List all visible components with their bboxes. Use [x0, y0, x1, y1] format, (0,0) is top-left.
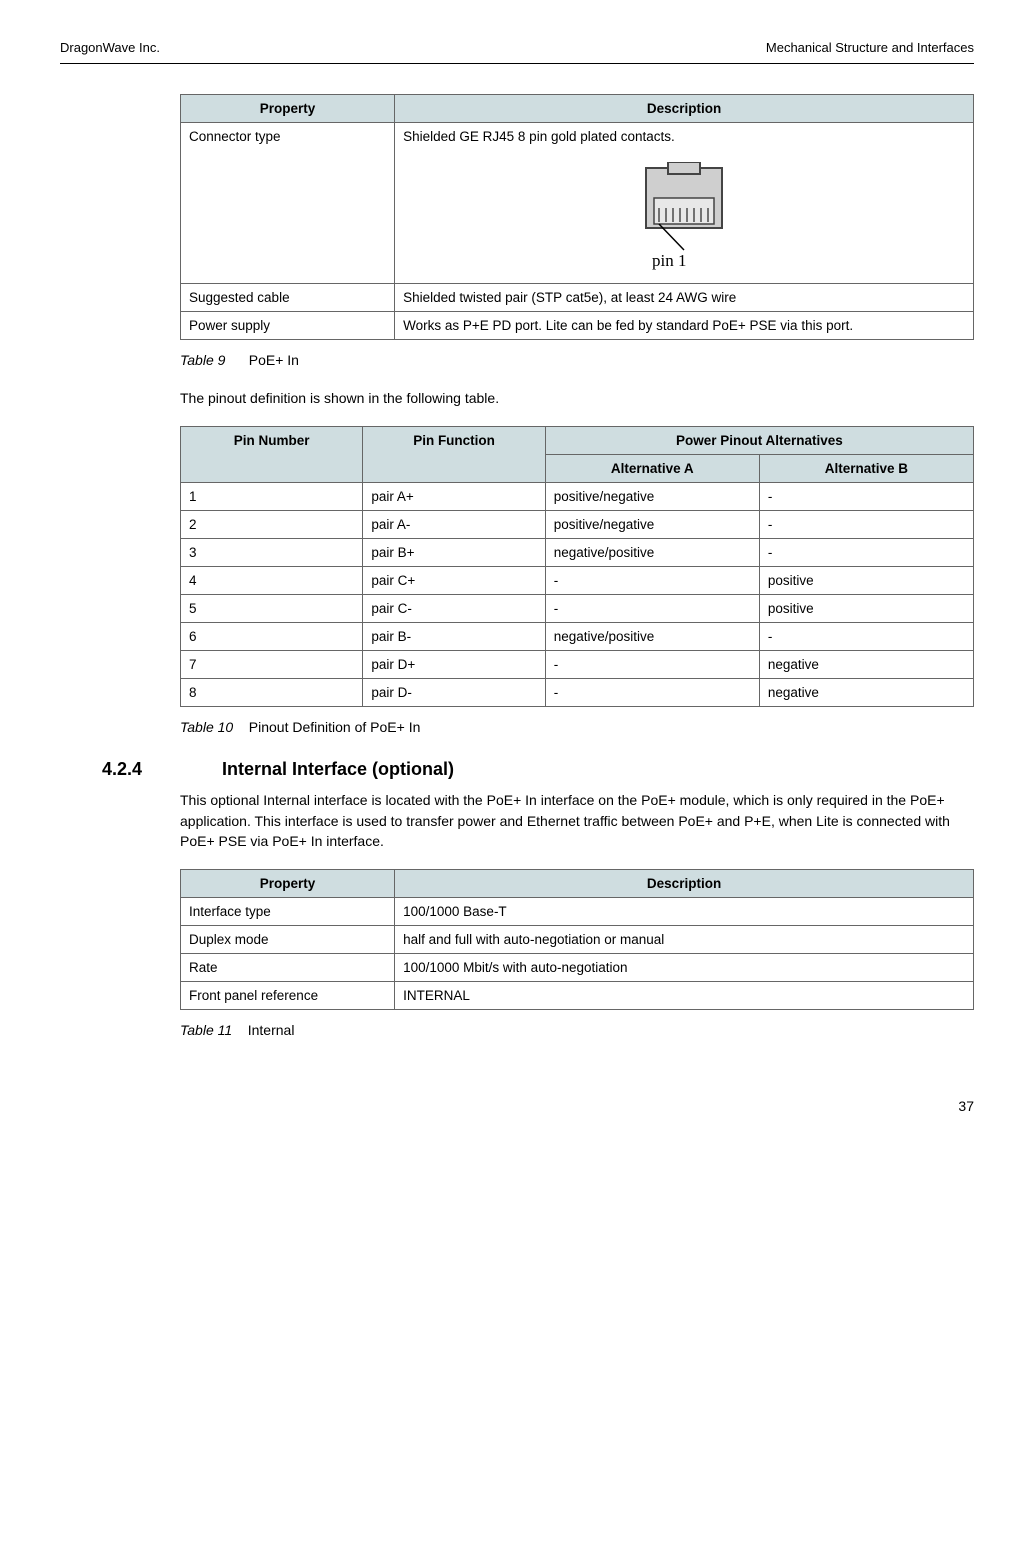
cell-func: pair B+ — [363, 539, 545, 567]
cell-alt-a: negative/positive — [545, 623, 759, 651]
cell-func: pair D- — [363, 679, 545, 707]
cell-property: Duplex mode — [181, 926, 395, 954]
table-row: 3 pair B+ negative/positive - — [181, 539, 974, 567]
page-number: 37 — [60, 1098, 974, 1114]
connector-desc-text: Shielded GE RJ45 8 pin gold plated conta… — [403, 129, 675, 144]
cell-alt-b: - — [759, 483, 973, 511]
header-right: Mechanical Structure and Interfaces — [766, 40, 974, 55]
internal-intro-text: This optional Internal interface is loca… — [180, 790, 974, 851]
section-heading: 4.2.4 Internal Interface (optional) — [60, 759, 974, 780]
section-number: 4.2.4 — [60, 759, 222, 780]
th-alt-a: Alternative A — [545, 455, 759, 483]
cell-func: pair B- — [363, 623, 545, 651]
table-row: Suggested cable Shielded twisted pair (S… — [181, 284, 974, 312]
th-property: Property — [181, 95, 395, 123]
table-pinout: Pin Number Pin Function Power Pinout Alt… — [180, 426, 974, 707]
th-description: Description — [395, 95, 974, 123]
cell-description: Shielded GE RJ45 8 pin gold plated conta… — [395, 123, 974, 284]
cell-alt-a: - — [545, 567, 759, 595]
table-row: 4 pair C+ - positive — [181, 567, 974, 595]
cell-func: pair A+ — [363, 483, 545, 511]
table9-caption: Table 9 PoE+ In — [180, 352, 974, 368]
pinout-intro-text: The pinout definition is shown in the fo… — [180, 388, 974, 408]
table-row: 7 pair D+ - negative — [181, 651, 974, 679]
cell-alt-a: positive/negative — [545, 483, 759, 511]
cell-func: pair A- — [363, 511, 545, 539]
cell-property: Rate — [181, 954, 395, 982]
header-left: DragonWave Inc. — [60, 40, 160, 55]
table-internal: Property Description Interface type 100/… — [180, 869, 974, 1010]
cell-func: pair D+ — [363, 651, 545, 679]
table-row: 2 pair A- positive/negative - — [181, 511, 974, 539]
cell-property: Suggested cable — [181, 284, 395, 312]
cell-pin: 5 — [181, 595, 363, 623]
cell-property: Power supply — [181, 312, 395, 340]
th-description: Description — [395, 870, 974, 898]
table-row: Rate 100/1000 Mbit/s with auto-negotiati… — [181, 954, 974, 982]
cell-description: INTERNAL — [395, 982, 974, 1010]
th-alt-b: Alternative B — [759, 455, 973, 483]
table-row: Connector type Shielded GE RJ45 8 pin go… — [181, 123, 974, 284]
table10-caption: Table 10 Pinout Definition of PoE+ In — [180, 719, 974, 735]
rj45-icon: pin 1 — [624, 162, 744, 272]
cell-alt-a: - — [545, 679, 759, 707]
table-row: 1 pair A+ positive/negative - — [181, 483, 974, 511]
cell-alt-b: - — [759, 539, 973, 567]
caption-text: Internal — [248, 1022, 295, 1038]
cell-pin: 4 — [181, 567, 363, 595]
cell-alt-a: positive/negative — [545, 511, 759, 539]
cell-alt-b: positive — [759, 595, 973, 623]
table-row: Duplex mode half and full with auto-nego… — [181, 926, 974, 954]
cell-alt-a: negative/positive — [545, 539, 759, 567]
cell-property: Interface type — [181, 898, 395, 926]
cell-property: Front panel reference — [181, 982, 395, 1010]
cell-func: pair C- — [363, 595, 545, 623]
table-row: Power supply Works as P+E PD port. Lite … — [181, 312, 974, 340]
rj45-figure: pin 1 — [403, 162, 965, 275]
cell-pin: 3 — [181, 539, 363, 567]
cell-alt-a: - — [545, 651, 759, 679]
table-row: Interface type 100/1000 Base-T — [181, 898, 974, 926]
cell-alt-b: - — [759, 511, 973, 539]
cell-description: half and full with auto-negotiation or m… — [395, 926, 974, 954]
table-poe-in: Property Description Connector type Shie… — [180, 94, 974, 340]
cell-alt-b: negative — [759, 651, 973, 679]
cell-pin: 1 — [181, 483, 363, 511]
th-pin-number: Pin Number — [181, 427, 363, 483]
cell-func: pair C+ — [363, 567, 545, 595]
table11-caption: Table 11 Internal — [180, 1022, 974, 1038]
page-header: DragonWave Inc. Mechanical Structure and… — [60, 40, 974, 64]
cell-alt-a: - — [545, 595, 759, 623]
cell-description: Shielded twisted pair (STP cat5e), at le… — [395, 284, 974, 312]
caption-label: Table 10 — [180, 719, 233, 735]
caption-text: PoE+ In — [249, 352, 299, 368]
cell-pin: 8 — [181, 679, 363, 707]
table-row: Front panel reference INTERNAL — [181, 982, 974, 1010]
th-property: Property — [181, 870, 395, 898]
cell-description: 100/1000 Base-T — [395, 898, 974, 926]
th-pin-function: Pin Function — [363, 427, 545, 483]
pin1-label: pin 1 — [652, 251, 686, 270]
cell-pin: 7 — [181, 651, 363, 679]
caption-label: Table 11 — [180, 1022, 232, 1038]
caption-text: Pinout Definition of PoE+ In — [249, 719, 421, 735]
table-row: 8 pair D- - negative — [181, 679, 974, 707]
cell-pin: 6 — [181, 623, 363, 651]
cell-alt-b: negative — [759, 679, 973, 707]
table-row: 6 pair B- negative/positive - — [181, 623, 974, 651]
caption-label: Table 9 — [180, 352, 225, 368]
cell-description: Works as P+E PD port. Lite can be fed by… — [395, 312, 974, 340]
section-title: Internal Interface (optional) — [222, 759, 454, 780]
table-row: 5 pair C- - positive — [181, 595, 974, 623]
cell-alt-b: - — [759, 623, 973, 651]
cell-alt-b: positive — [759, 567, 973, 595]
cell-property: Connector type — [181, 123, 395, 284]
cell-description: 100/1000 Mbit/s with auto-negotiation — [395, 954, 974, 982]
cell-pin: 2 — [181, 511, 363, 539]
th-power-alt: Power Pinout Alternatives — [545, 427, 973, 455]
